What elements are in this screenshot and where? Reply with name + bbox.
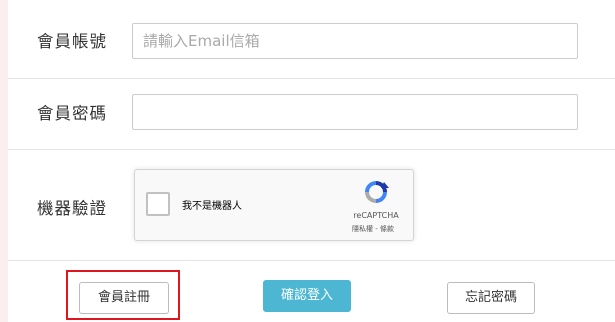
- recaptcha-checkbox[interactable]: [146, 192, 170, 216]
- recaptcha-logo-icon: [365, 181, 389, 203]
- captcha-label: 機器驗證: [37, 199, 107, 218]
- register-button[interactable]: 會員註冊: [79, 282, 169, 314]
- recaptcha-brand: reCAPTCHA: [353, 211, 399, 220]
- captcha-row: 機器驗證 我不是機器人 reCAPTCHA 隱私權 - 條款: [8, 150, 615, 261]
- password-row: 會員密碼: [8, 79, 615, 150]
- login-button[interactable]: 確認登入: [263, 280, 351, 312]
- password-label: 會員密碼: [37, 104, 107, 123]
- recaptcha-checkbox-label: 我不是機器人: [182, 201, 242, 212]
- account-label: 會員帳號: [37, 32, 107, 51]
- recaptcha-terms-link[interactable]: 隱私權 - 條款: [335, 224, 411, 234]
- recaptcha-widget: 我不是機器人 reCAPTCHA 隱私權 - 條款: [134, 169, 414, 241]
- forgot-password-button[interactable]: 忘記密碼: [447, 282, 535, 314]
- account-email-input[interactable]: [132, 23, 578, 59]
- password-input[interactable]: [132, 94, 578, 130]
- left-edge-strip: [0, 0, 8, 322]
- account-row: 會員帳號: [8, 0, 615, 79]
